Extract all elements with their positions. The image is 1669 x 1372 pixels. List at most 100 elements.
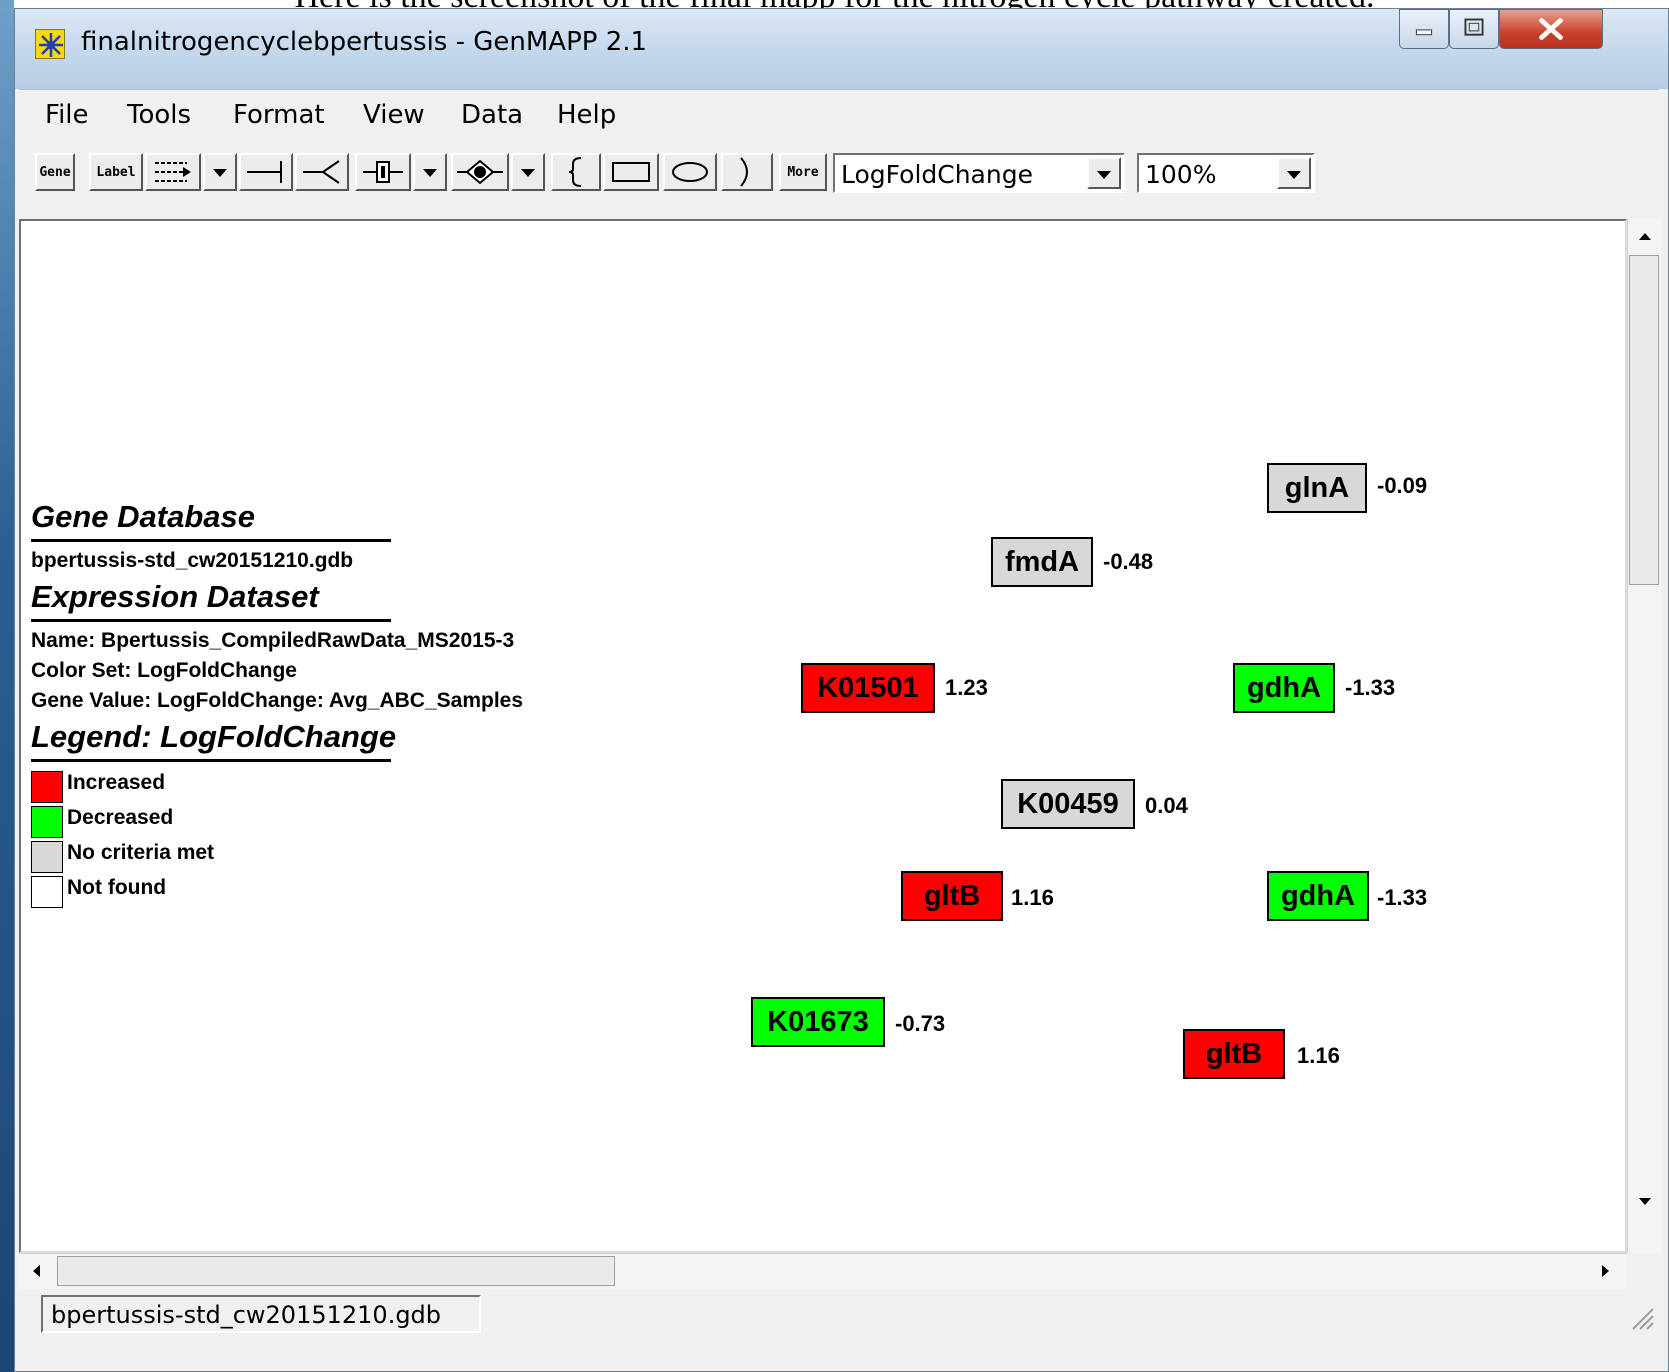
gene-value: 1.16	[1297, 1043, 1340, 1068]
dropdown-arrow-icon	[423, 169, 437, 177]
gene-tool-button[interactable]: Gene	[35, 153, 75, 191]
gene-box[interactable]: fmdA	[991, 537, 1093, 587]
arrow-line-button[interactable]	[145, 153, 201, 191]
gene-database-heading: Gene Database	[31, 499, 255, 534]
channel-icon	[363, 161, 403, 183]
gene-database-value: bpertussis-std_cw20151210.gdb	[31, 549, 354, 572]
rectangle-icon	[612, 162, 650, 182]
color-set-label: Color Set: LogFoldChange	[31, 659, 297, 682]
legend-swatch-not-found	[31, 876, 63, 908]
receptor-line-icon	[303, 160, 340, 184]
gene-value: -0.48	[1103, 549, 1154, 574]
menu-data[interactable]: Data	[461, 100, 523, 130]
close-icon	[1539, 18, 1563, 40]
minimize-button[interactable]	[1399, 9, 1449, 49]
window-title: finalnitrogencyclebpertussis - GenMAPP 2…	[81, 27, 648, 57]
gene-box[interactable]: K01673	[751, 997, 885, 1047]
scroll-up-button[interactable]	[1629, 221, 1661, 253]
legend-swatch-decreased	[31, 806, 63, 838]
menu-format[interactable]: Format	[233, 100, 325, 130]
status-database-pane: bpertussis-std_cw20151210.gdb	[41, 1295, 481, 1333]
expression-dataset-heading: Expression Dataset	[31, 579, 319, 614]
protein-dropdown-button[interactable]	[511, 153, 545, 191]
brace-icon	[568, 157, 582, 187]
mapp-canvas[interactable]: Gene Database bpertussis-std_cw20151210.…	[19, 219, 1627, 1253]
gene-value: -0.73	[895, 1011, 946, 1036]
scroll-left-button[interactable]	[21, 1255, 53, 1287]
gene-box[interactable]: gltB	[1183, 1029, 1285, 1079]
menu-view[interactable]: View	[363, 100, 425, 130]
gene-value-label: Gene Value: LogFoldChange: Avg_ABC_Sampl…	[31, 689, 524, 712]
legend-heading: Legend: LogFoldChange	[31, 719, 397, 754]
inhibit-line-icon	[247, 161, 282, 183]
gene-box[interactable]: gdhA	[1233, 663, 1335, 713]
menu-file[interactable]: File	[45, 100, 89, 130]
dropdown-arrow-icon	[1097, 171, 1111, 179]
colorset-dropdown-button[interactable]	[1087, 157, 1121, 189]
scroll-right-button[interactable]	[1589, 1255, 1621, 1287]
zoom-select[interactable]: 100%	[1137, 153, 1315, 193]
scroll-left-icon	[33, 1265, 40, 1277]
arrow-dropdown-button[interactable]	[203, 153, 237, 191]
legend-label-no-criteria: No criteria met	[67, 841, 215, 864]
receptor-line-button[interactable]	[295, 153, 349, 191]
scroll-down-button[interactable]	[1629, 1185, 1661, 1217]
gene-box[interactable]: K00459	[1001, 779, 1135, 829]
horizontal-scroll-thumb[interactable]	[57, 1256, 615, 1286]
menu-help[interactable]: Help	[557, 100, 616, 130]
gene-tool-label: Gene	[39, 164, 71, 180]
zoom-dropdown-button[interactable]	[1277, 157, 1311, 189]
gene-box[interactable]: glnA	[1267, 463, 1367, 513]
gene-value: -1.33	[1377, 885, 1428, 910]
vertical-scroll-thumb[interactable]	[1629, 255, 1659, 585]
inhibit-line-button[interactable]	[239, 153, 293, 191]
gene-value: 1.23	[945, 675, 988, 700]
heading-underline	[31, 539, 391, 542]
oval-button[interactable]	[663, 153, 717, 191]
genmapp-window: finalnitrogencyclebpertussis - GenMAPP 2…	[14, 8, 1669, 1372]
brace-button[interactable]	[551, 153, 601, 191]
arrow-line-icon	[155, 162, 191, 182]
dropdown-arrow-icon	[1287, 171, 1301, 179]
gene-box[interactable]: gdhA	[1267, 871, 1369, 921]
oval-icon	[672, 162, 708, 182]
close-button[interactable]	[1499, 9, 1603, 49]
status-bar: bpertussis-std_cw20151210.gdb	[19, 1293, 1659, 1335]
more-label: More	[787, 164, 819, 180]
channel-button[interactable]	[355, 153, 411, 191]
title-bar[interactable]: finalnitrogencyclebpertussis - GenMAPP 2…	[15, 9, 1668, 89]
legend-label-not-found: Not found	[67, 876, 167, 899]
gene-value: 0.04	[1145, 793, 1188, 818]
gene-box[interactable]: gltB	[901, 871, 1003, 921]
more-button[interactable]: More	[779, 153, 827, 191]
horizontal-scrollbar[interactable]	[19, 1253, 1627, 1289]
label-tool-button[interactable]: Label	[89, 153, 143, 191]
protein-shape-button[interactable]	[451, 153, 509, 191]
legend-label-increased: Increased	[67, 771, 166, 794]
rectangle-button[interactable]	[603, 153, 659, 191]
gene-value: -0.09	[1377, 473, 1428, 498]
gene-box[interactable]: K01501	[801, 663, 935, 713]
menu-bar: File Tools Format View Data Help	[19, 89, 1659, 142]
expression-dataset-name: Name: Bpertussis_CompiledRawData_MS2015-…	[31, 629, 515, 652]
dropdown-arrow-icon	[521, 169, 535, 177]
vertical-scrollbar[interactable]	[1627, 219, 1661, 1253]
arc-button[interactable]	[721, 153, 773, 191]
colorset-value: LogFoldChange	[841, 160, 1033, 189]
dropdown-arrow-icon	[213, 169, 227, 177]
heading-underline	[31, 619, 391, 622]
menu-tools[interactable]: Tools	[127, 100, 191, 130]
scroll-right-icon	[1602, 1265, 1609, 1277]
legend-label-decreased: Decreased	[67, 806, 174, 829]
genmapp-app-icon	[35, 29, 65, 59]
resize-grip-icon[interactable]	[1627, 1303, 1655, 1331]
channel-dropdown-button[interactable]	[413, 153, 447, 191]
toolbar: Gene Label More LogFoldChange 100%	[19, 141, 1659, 203]
maximize-button[interactable]	[1449, 9, 1499, 49]
maximize-icon	[1464, 18, 1484, 36]
gene-value: 1.16	[1011, 885, 1054, 910]
minimize-icon	[1415, 29, 1433, 36]
desktop-background	[0, 0, 14, 1372]
scroll-down-icon	[1639, 1198, 1651, 1205]
colorset-select[interactable]: LogFoldChange	[833, 153, 1125, 193]
